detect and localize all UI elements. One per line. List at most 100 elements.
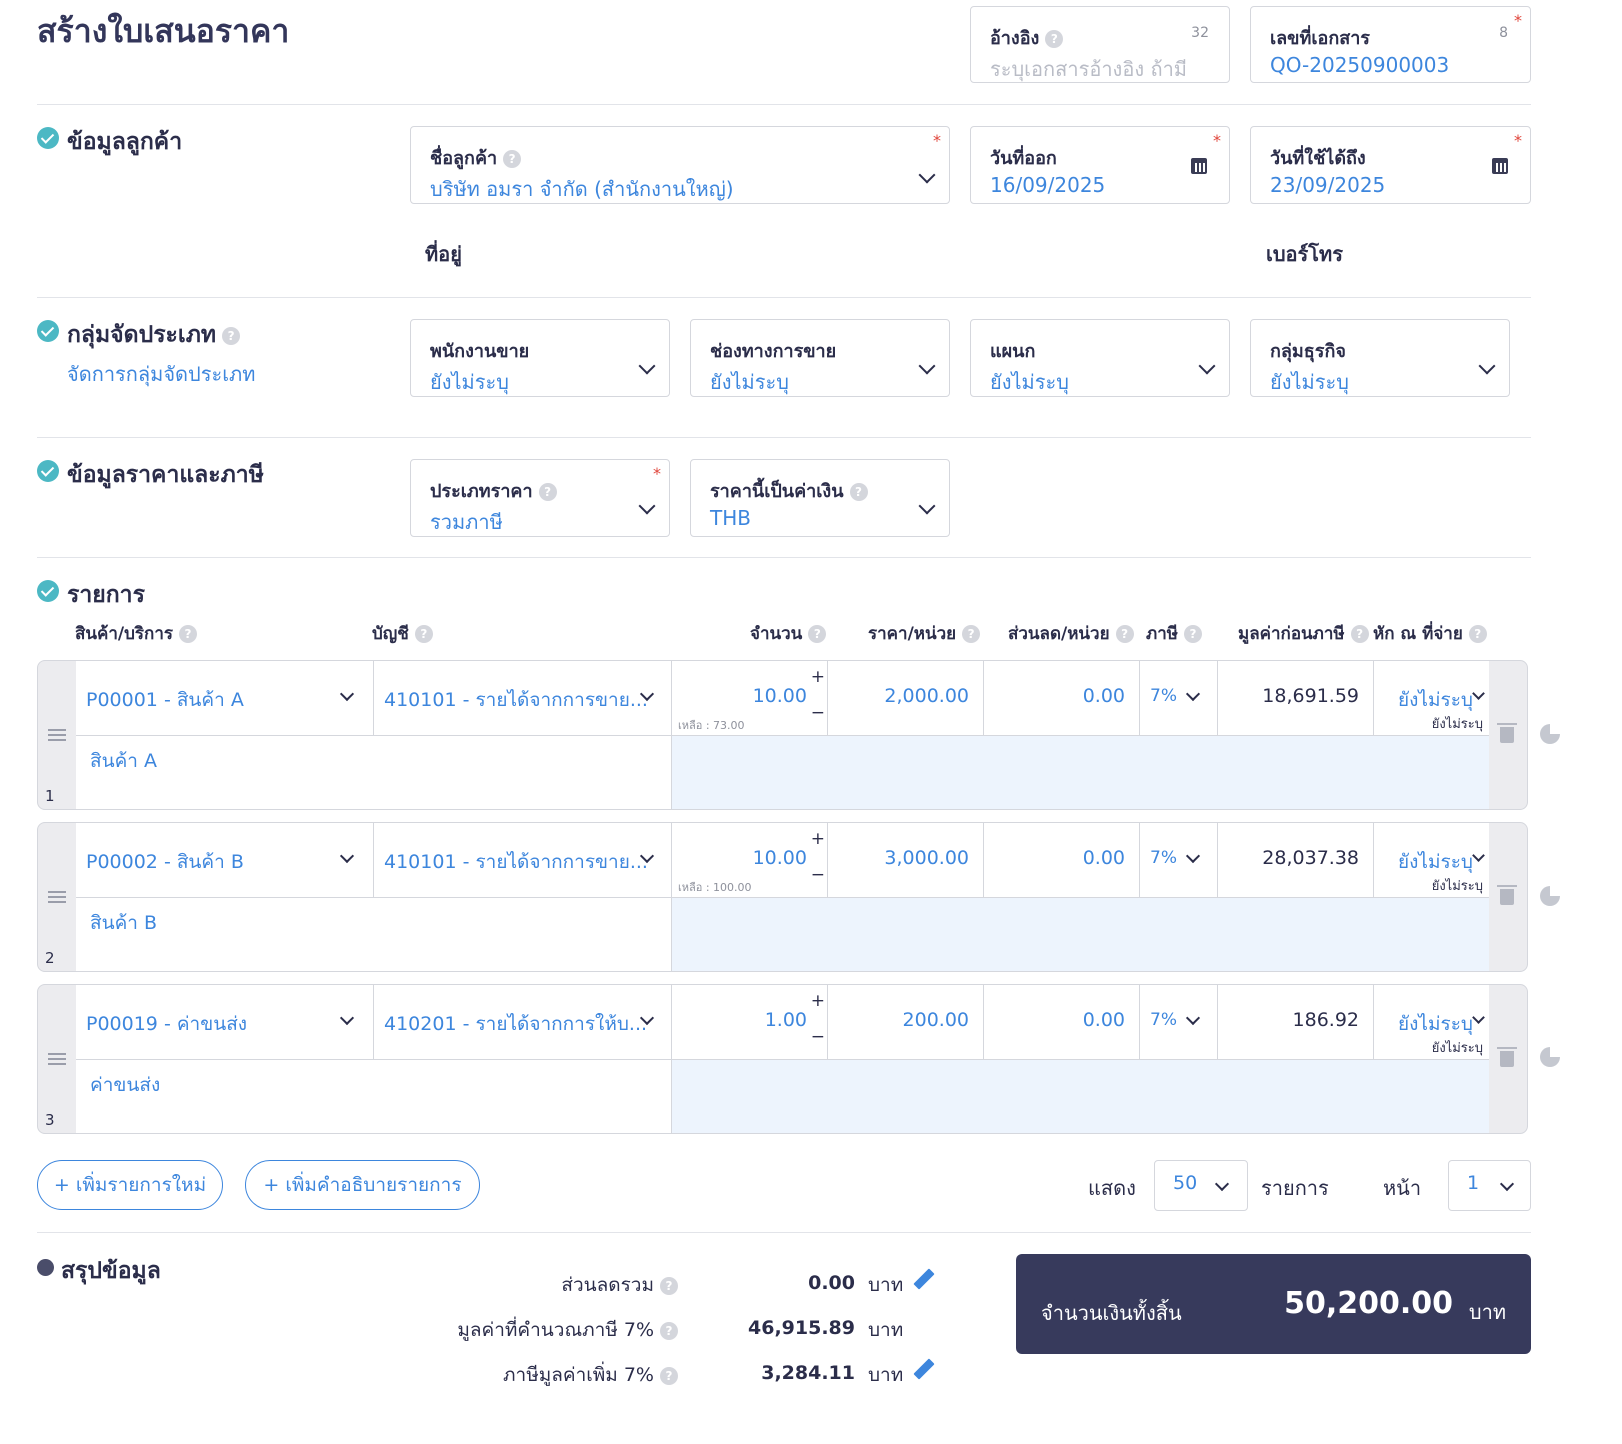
- department-select[interactable]: แผนก ยังไม่ระบุ: [970, 319, 1230, 397]
- sales-channel-label: ช่องทางการขาย: [710, 341, 837, 362]
- account-value: 410101 - รายได้จากการขาย...: [384, 851, 648, 873]
- minus-icon[interactable]: −: [811, 1027, 825, 1047]
- help-icon[interactable]: ?: [1183, 625, 1202, 643]
- discount-total-label: ส่วนลดรวม?: [561, 1270, 678, 1300]
- account-select[interactable]: 410101 - รายได้จากการขาย...: [374, 661, 672, 736]
- department-value: ยังไม่ระบุ: [990, 370, 1069, 394]
- issue-date-field[interactable]: วันที่ออก * 16/09/2025: [970, 126, 1230, 204]
- sales-channel-select[interactable]: ช่องทางการขาย ยังไม่ระบุ: [690, 319, 950, 397]
- manage-groups-link[interactable]: จัดการกลุ่มจัดประเภท: [67, 358, 255, 390]
- required-icon: *: [1514, 131, 1522, 150]
- unit-price-input[interactable]: 3,000.00: [828, 823, 984, 898]
- pretax-value-cell: 18,691.59: [1218, 661, 1374, 736]
- tax-select[interactable]: 7%: [1140, 985, 1218, 1060]
- discount-value: 0.00: [1082, 847, 1125, 869]
- pie-chart-icon[interactable]: [1540, 886, 1560, 906]
- items-label: รายการ: [1261, 1176, 1329, 1200]
- description-area[interactable]: [672, 898, 1489, 971]
- customer-section-title: ข้อมูลลูกค้า: [67, 129, 183, 155]
- valid-until-field[interactable]: วันที่ใช้ได้ถึง * 23/09/2025: [1250, 126, 1531, 204]
- qty-stepper[interactable]: 10.00 เหลือ : 100.00 + −: [672, 823, 828, 898]
- drag-handle-icon[interactable]: [48, 891, 66, 903]
- item-description[interactable]: ค่าขนส่ง: [90, 1070, 160, 1100]
- grand-total-panel: จำนวนเงินทั้งสิ้น 50,200.00 บาท: [1016, 1254, 1531, 1354]
- page-size-select[interactable]: 50: [1154, 1160, 1248, 1211]
- plus-icon[interactable]: +: [811, 667, 825, 687]
- customer-select[interactable]: ชื่อลูกค้า? * บริษัท อมรา จำกัด (สำนักงา…: [410, 126, 950, 204]
- help-icon[interactable]: ?: [849, 483, 868, 501]
- price-type-select[interactable]: ประเภทราคา? * รวมภาษี: [410, 459, 670, 537]
- plus-icon[interactable]: +: [811, 829, 825, 849]
- help-icon[interactable]: ?: [1468, 625, 1487, 643]
- page-number-select[interactable]: 1: [1448, 1160, 1531, 1211]
- help-icon[interactable]: ?: [503, 150, 522, 168]
- help-icon[interactable]: ?: [179, 625, 198, 643]
- unit-price-input[interactable]: 200.00: [828, 985, 984, 1060]
- minus-icon[interactable]: −: [811, 703, 825, 723]
- product-select[interactable]: P00019 - ค่าขนส่ง: [76, 985, 374, 1060]
- unit-price-input[interactable]: 2,000.00: [828, 661, 984, 736]
- discount-input[interactable]: 0.00: [984, 661, 1140, 736]
- help-icon[interactable]: ?: [660, 1321, 678, 1340]
- description-area[interactable]: [672, 736, 1489, 809]
- tax-value: 7%: [1150, 1010, 1177, 1030]
- calendar-icon[interactable]: [1191, 158, 1207, 174]
- help-icon[interactable]: ?: [1350, 625, 1369, 643]
- trash-icon[interactable]: [1497, 723, 1517, 743]
- pretax-value-cell: 28,037.38: [1218, 823, 1374, 898]
- add-description-button[interactable]: + เพิ่มคำอธิบายรายการ: [245, 1160, 480, 1210]
- discount-input[interactable]: 0.00: [984, 985, 1140, 1060]
- account-select[interactable]: 410101 - รายได้จากการขาย...: [374, 823, 672, 898]
- drag-handle-icon[interactable]: [48, 1053, 66, 1065]
- product-select[interactable]: P00001 - สินค้า A: [76, 661, 374, 736]
- wht-select[interactable]: ยังไม่ระบุ ยังไม่ระบุ: [1374, 985, 1489, 1060]
- account-select[interactable]: 410201 - รายได้จากการให้บ...: [374, 985, 672, 1060]
- help-icon[interactable]: ?: [1045, 30, 1064, 48]
- doc-number-field[interactable]: เลขที่เอกสาร 8 * QO-20250900003: [1250, 6, 1531, 83]
- help-icon[interactable]: ?: [660, 1276, 678, 1295]
- help-icon[interactable]: ?: [1115, 625, 1134, 643]
- qty-stepper[interactable]: 1.00 + −: [672, 985, 828, 1060]
- doc-number-input[interactable]: QO-20250900003: [1270, 53, 1449, 77]
- wht-select[interactable]: ยังไม่ระบุ ยังไม่ระบุ: [1374, 823, 1489, 898]
- drag-handle-icon[interactable]: [48, 729, 66, 741]
- trash-icon[interactable]: [1497, 1047, 1517, 1067]
- unit-price-value: 2,000.00: [884, 685, 969, 707]
- currency-select[interactable]: ราคานี้เป็นค่าเงิน? THB: [690, 459, 950, 537]
- tax-select[interactable]: 7%: [1140, 823, 1218, 898]
- reference-input[interactable]: ระบุเอกสารอ้างอิง ถ้ามี: [990, 53, 1187, 85]
- discount-input[interactable]: 0.00: [984, 823, 1140, 898]
- pie-chart-icon[interactable]: [1540, 1047, 1560, 1067]
- salesperson-select[interactable]: พนักงานขาย ยังไม่ระบุ: [410, 319, 670, 397]
- pencil-icon[interactable]: [913, 1268, 935, 1290]
- tax-select[interactable]: 7%: [1140, 661, 1218, 736]
- chevron-down-icon: [1198, 357, 1216, 375]
- wht-select[interactable]: ยังไม่ระบุ ยังไม่ระบุ: [1374, 661, 1489, 736]
- pie-chart-icon[interactable]: [1540, 724, 1560, 744]
- reference-field[interactable]: อ้างอิง? 32 ระบุเอกสารอ้างอิง ถ้ามี: [970, 6, 1230, 83]
- item-description[interactable]: สินค้า B: [90, 908, 157, 938]
- add-item-button[interactable]: + เพิ่มรายการใหม่: [37, 1160, 223, 1210]
- trash-icon[interactable]: [1497, 885, 1517, 905]
- wht-sub-label: ยังไม่ระบุ: [1431, 879, 1483, 894]
- help-icon[interactable]: ?: [962, 625, 981, 643]
- currency-label: ราคานี้เป็นค่าเงิน?: [710, 476, 868, 505]
- plus-icon[interactable]: +: [811, 991, 825, 1011]
- calendar-icon[interactable]: [1492, 158, 1508, 174]
- help-icon[interactable]: ?: [222, 326, 241, 345]
- business-group-select[interactable]: กลุ่มธุรกิจ ยังไม่ระบุ: [1250, 319, 1510, 397]
- help-icon[interactable]: ?: [414, 625, 433, 643]
- description-area[interactable]: [672, 1060, 1489, 1133]
- page-size-value: 50: [1173, 1172, 1198, 1194]
- qty-stepper[interactable]: 10.00 เหลือ : 73.00 + −: [672, 661, 828, 736]
- minus-icon[interactable]: −: [811, 865, 825, 885]
- product-select[interactable]: P00002 - สินค้า B: [76, 823, 374, 898]
- item-description[interactable]: สินค้า A: [90, 746, 157, 776]
- col-product: สินค้า/บริการ?: [75, 620, 198, 647]
- help-icon[interactable]: ?: [808, 625, 827, 643]
- help-icon[interactable]: ?: [538, 483, 557, 501]
- taxable-label: มูลค่าที่คำนวณภาษี 7%?: [457, 1315, 678, 1345]
- product-value: P00001 - สินค้า A: [86, 689, 244, 711]
- pencil-icon[interactable]: [913, 1358, 935, 1380]
- help-icon[interactable]: ?: [660, 1366, 678, 1385]
